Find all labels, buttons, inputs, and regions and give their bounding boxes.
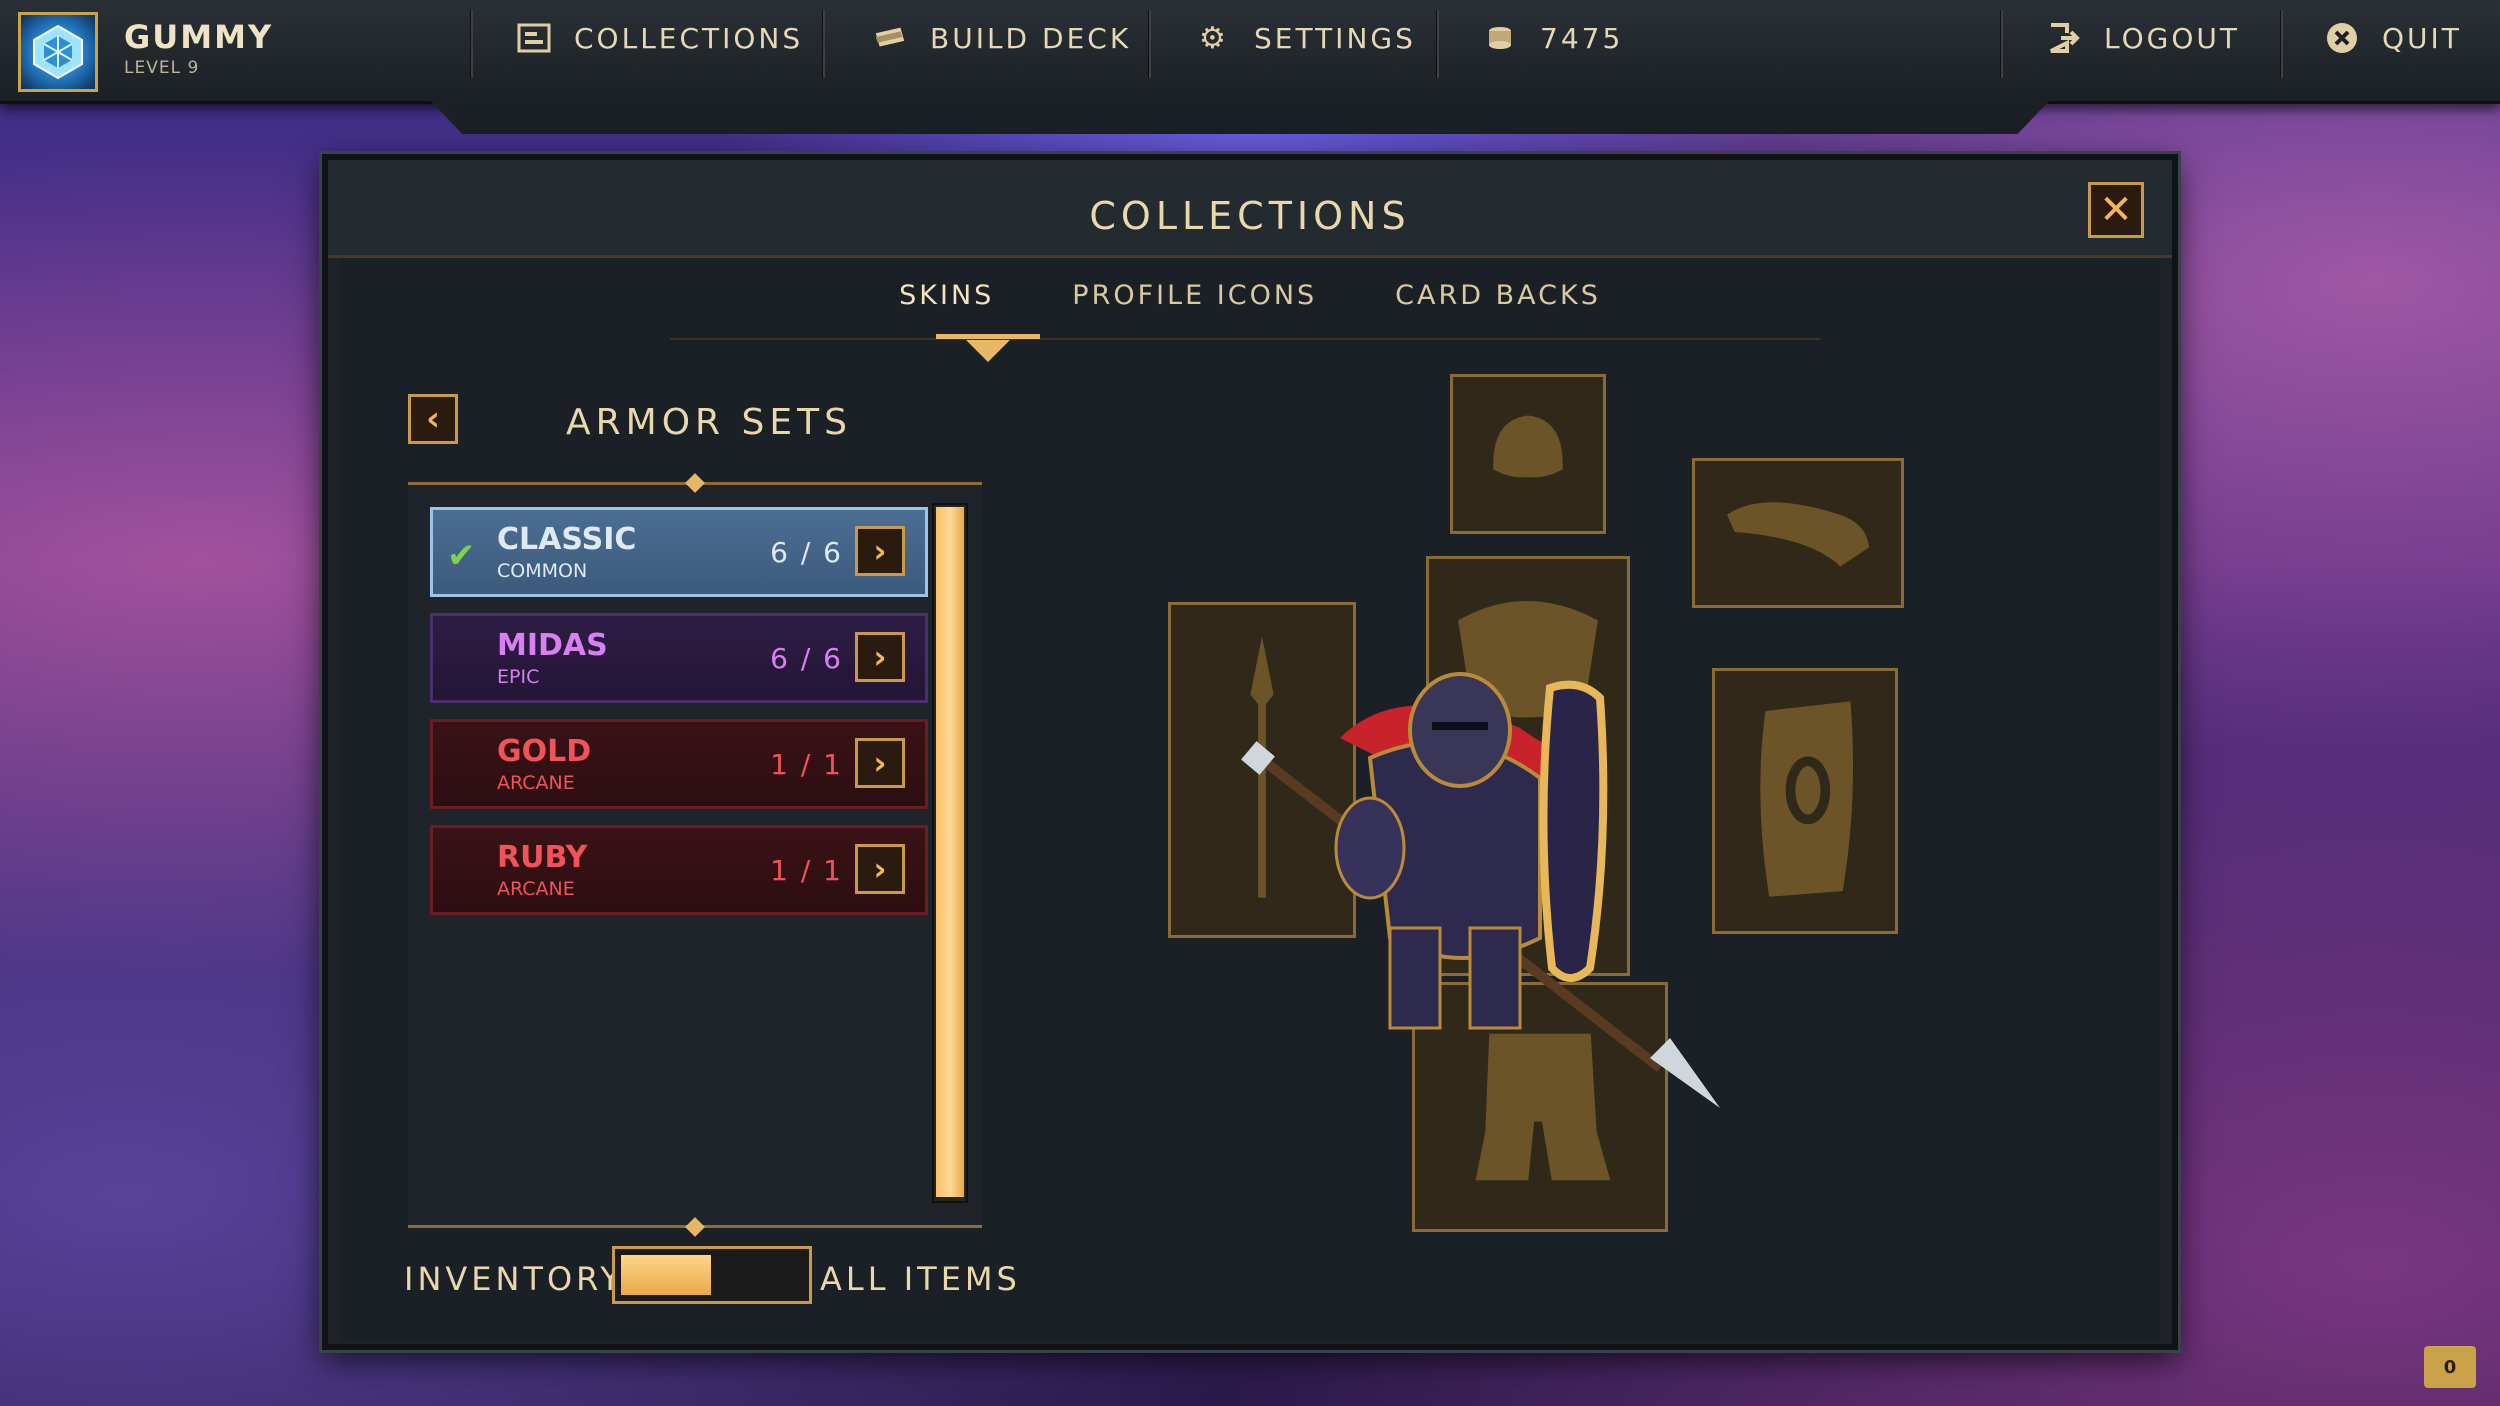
close-circle-icon [2324,20,2360,56]
chat-button[interactable]: 0 [2424,1346,2476,1388]
active-tab-underline [936,334,1040,339]
list-item-gold[interactable]: GOLD ARCANE 1 / 1 › [430,719,928,809]
inventory-toggle[interactable] [612,1246,812,1304]
divider [2000,10,2003,78]
armor-set-list: ✔ CLASSIC COMMON 6 / 6 › MIDAS EPIC 6 / … [408,473,982,1237]
tab-skins[interactable]: SKINS [895,280,998,311]
item-count: 1 / 1 [770,854,843,887]
collections-panel: COLLECTIONS ✕ SKINS PROFILE ICONS CARD B… [322,154,2178,1350]
panel-title: COLLECTIONS [1089,194,1411,238]
divider [822,10,825,78]
close-icon: ✕ [2099,187,2133,233]
player-name: GUMMY [124,18,274,56]
item-name: RUBY [497,840,588,875]
cards-icon [872,20,908,56]
list-title: ARMOR SETS [566,402,852,443]
shoulder-pad-icon [1726,502,1870,567]
close-button[interactable]: ✕ [2088,182,2144,238]
divider [1148,10,1151,78]
item-rarity: EPIC [497,666,540,688]
logout-label: LOGOUT [2104,21,2240,55]
item-count: 6 / 6 [770,536,843,569]
divider [1436,10,1439,78]
chevron-left-icon: ‹ [425,399,440,439]
item-name: MIDAS [497,628,608,663]
item-count: 1 / 1 [770,748,843,781]
back-button[interactable]: ‹ [408,394,458,444]
panel-content: SKINS PROFILE ICONS CARD BACKS ‹ ARMOR S… [340,258,2160,1342]
knight-character [1241,672,1720,1108]
quit-button[interactable]: QUIT [2324,18,2462,58]
nav-settings-label: SETTINGS [1254,21,1416,55]
logout-icon [2046,20,2082,56]
tab-divider [670,338,1820,340]
chat-count: 0 [2443,1356,2457,1378]
nav-build-deck-button[interactable]: BUILD DECK [872,18,1131,58]
currency-display: 7475 [1482,18,1623,58]
avatar[interactable] [18,12,98,92]
check-icon: ✔ [447,536,476,576]
item-count: 6 / 6 [770,642,843,675]
tab-bar: SKINS PROFILE ICONS CARD BACKS [340,280,2160,311]
divider-ornament [685,1217,705,1237]
gear-icon: ⚙ [1199,20,1229,56]
toggle-knob[interactable] [621,1255,711,1295]
inventory-label: INVENTORY [404,1260,624,1298]
chevron-right-icon[interactable]: › [855,738,905,788]
item-rarity: ARCANE [497,878,575,900]
top-bar: GUMMY LEVEL 9 COLLECTIONS BUILD DECK ⚙ S… [0,0,2500,104]
tab-card-backs[interactable]: CARD BACKS [1391,280,1605,311]
player-level: LEVEL 9 [124,58,200,78]
coins-icon [1482,20,1518,56]
nav-collections-label: COLLECTIONS [574,21,804,55]
quit-label: QUIT [2382,21,2462,55]
currency-amount: 7475 [1540,21,1624,55]
chevron-right-icon[interactable]: › [855,632,905,682]
shoulder-slot[interactable] [1692,458,1904,608]
item-rarity: ARCANE [497,772,575,794]
nav-collections-button[interactable]: COLLECTIONS [516,18,803,58]
all-items-label: ALL ITEMS [820,1260,1021,1298]
divider-ornament [685,473,705,493]
tab-profile-icons[interactable]: PROFILE ICONS [1068,280,1321,311]
helmet-slot[interactable] [1450,374,1606,534]
item-name: GOLD [497,734,592,769]
top-bar-notch [430,100,2050,134]
scrollbar[interactable] [932,503,968,1203]
nav-build-deck-label: BUILD DECK [930,21,1132,55]
list-item-classic[interactable]: ✔ CLASSIC COMMON 6 / 6 › [430,507,928,597]
item-rarity: COMMON [497,560,588,582]
helmet-icon [1493,415,1563,478]
scrollbar-thumb[interactable] [936,507,964,1197]
item-name: CLASSIC [497,522,637,557]
divider [2280,10,2283,78]
logout-button[interactable]: LOGOUT [2046,18,2240,58]
list-item-ruby[interactable]: RUBY ARCANE 1 / 1 › [430,825,928,915]
chevron-right-icon[interactable]: › [855,526,905,576]
divider [470,10,473,78]
nav-settings-button[interactable]: ⚙ SETTINGS [1196,18,1416,58]
active-tab-caret [966,340,1010,362]
collections-icon [516,20,552,56]
panel-header: COLLECTIONS ✕ [328,160,2172,258]
chevron-right-icon[interactable]: › [855,844,905,894]
list-item-midas[interactable]: MIDAS EPIC 6 / 6 › [430,613,928,703]
crystal-icon [33,24,83,80]
